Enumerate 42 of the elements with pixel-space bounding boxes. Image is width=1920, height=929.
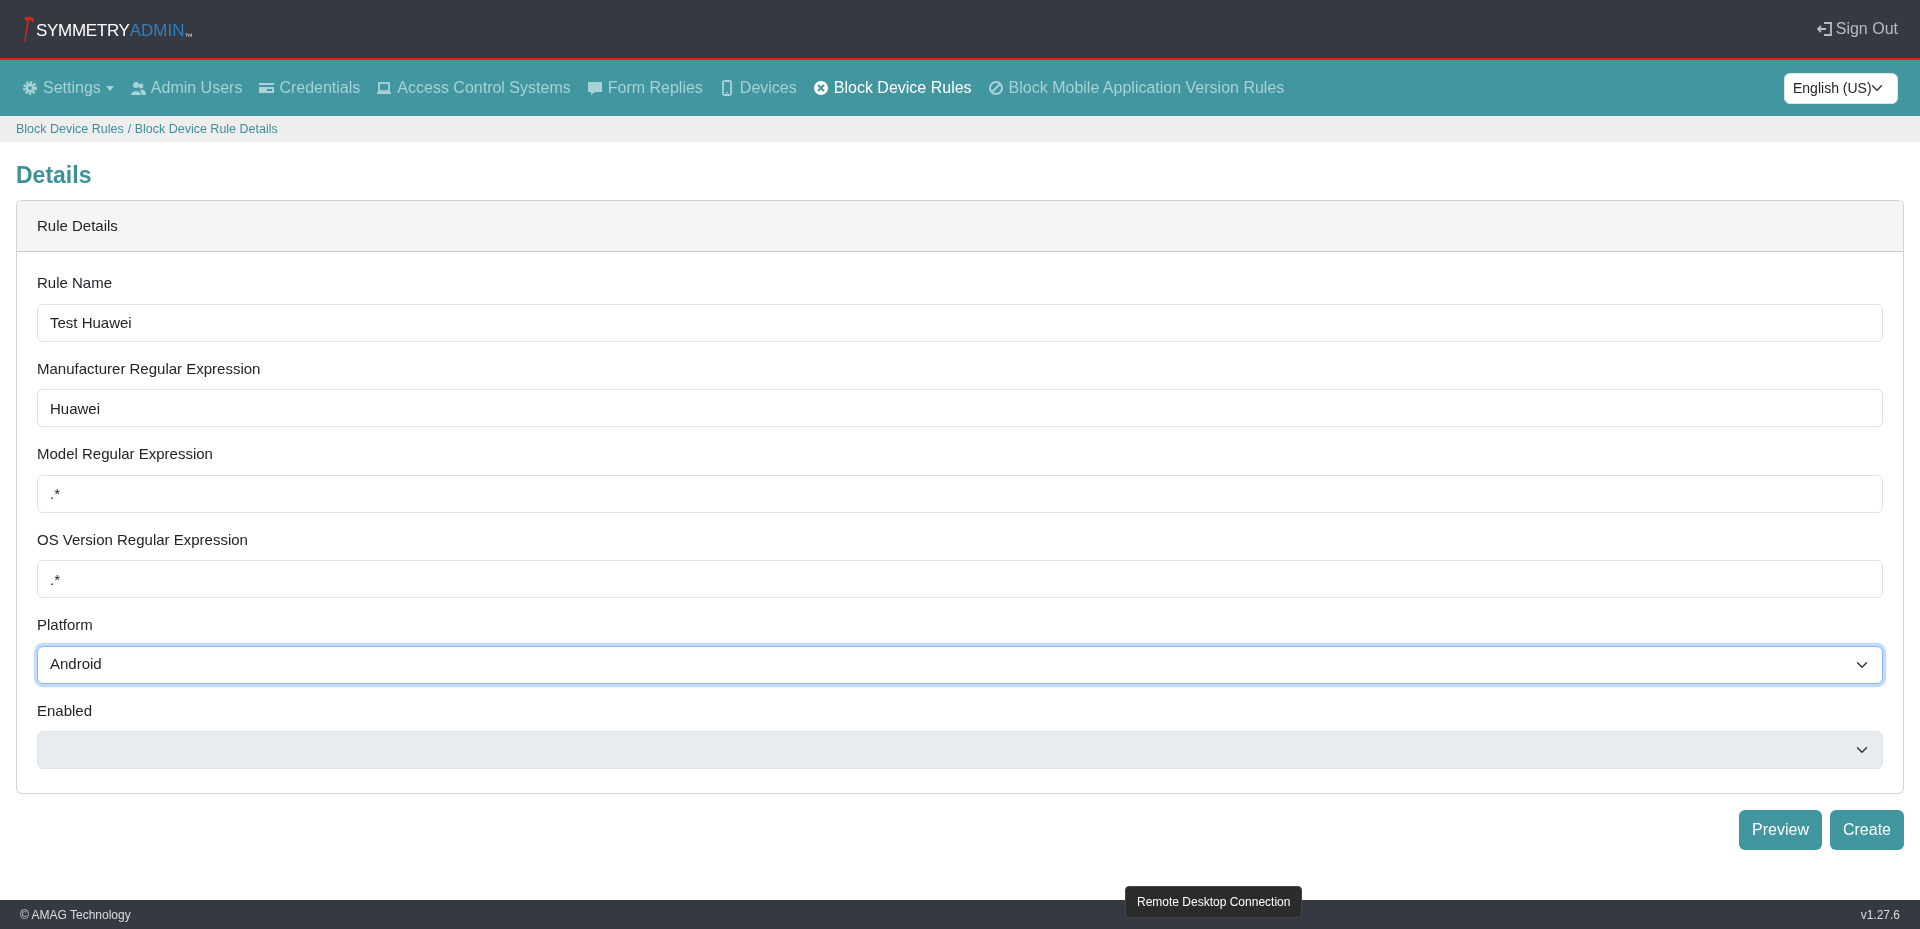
field-label: Model Regular Expression [37, 444, 214, 464]
field-label: Platform [37, 615, 94, 635]
create-button[interactable]: Create [1829, 810, 1904, 850]
nav-link[interactable]: Admin Users [129, 72, 243, 104]
laptop-icon [376, 80, 393, 96]
version-text: v1.27.6 [1860, 906, 1900, 924]
nav-link[interactable]: Access Control Systems [376, 72, 571, 104]
logo-icon [22, 15, 36, 43]
nav-link[interactable]: Block Device Rules [812, 72, 972, 104]
trademark-mark: ™ [184, 31, 193, 43]
close-circle-icon [812, 80, 829, 96]
nav-link[interactable]: Settings [22, 72, 114, 104]
input-field[interactable]: Test Huawei [37, 303, 1883, 342]
nav-link[interactable]: Devices [718, 72, 797, 104]
nav-link[interactable]: Block Mobile Application Version Rules [987, 72, 1285, 104]
speech-bubble-icon [586, 80, 603, 96]
card-title: Rule Details [17, 200, 1903, 252]
sign-out-icon [1816, 22, 1832, 36]
select-field[interactable]: Android [37, 645, 1883, 684]
prohibited-icon [987, 80, 1004, 96]
preview-button[interactable]: Preview [1739, 810, 1822, 850]
page-title: Details [16, 161, 93, 190]
input-field[interactable]: .* [37, 560, 1883, 598]
field-label: Rule Name [37, 273, 114, 293]
field-label: OS Version Regular Expression [37, 529, 249, 550]
input-field[interactable]: Huawei [37, 389, 1883, 427]
nav-link[interactable]: Credentials [258, 72, 361, 104]
breadcrumb-link[interactable]: Block Device Rules [16, 119, 124, 139]
sign-out-link[interactable]: Sign Out [1816, 17, 1898, 41]
field-label: Enabled [37, 700, 94, 721]
copyright-text: © AMAG Technology [20, 906, 131, 924]
logo-text: SYMMETRY [36, 19, 130, 42]
tooltip: Remote Desktop Connection [1125, 886, 1303, 918]
input-field[interactable]: .* [37, 474, 1883, 513]
language-select[interactable]: English (US) [1784, 72, 1898, 104]
breadcrumb-current: / Block Device Rule Details [127, 120, 278, 138]
field-label: Manufacturer Regular Expression [37, 358, 262, 379]
logo-accent-text: ADMIN [129, 19, 185, 42]
users-icon [129, 80, 146, 96]
card-icon [258, 80, 275, 96]
gear-icon [22, 80, 38, 96]
nav-link[interactable]: Form Replies [586, 72, 703, 104]
